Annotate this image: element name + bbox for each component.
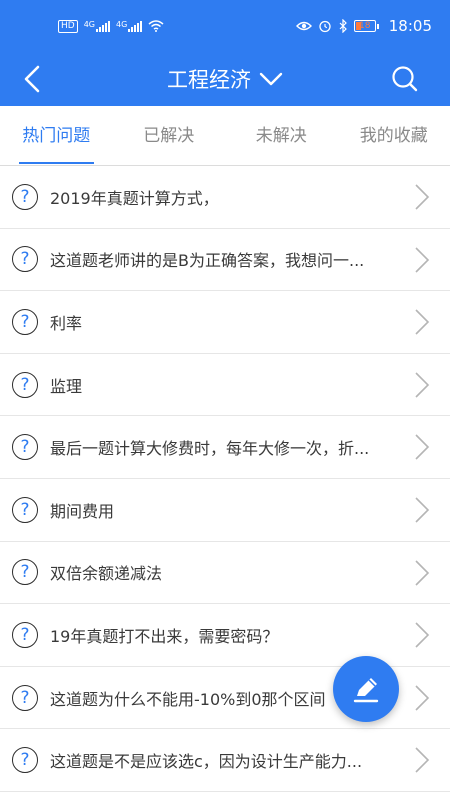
status-left: HD 4G 4G [58,19,164,33]
wifi-icon [148,20,164,32]
subject-selector[interactable]: 工程经济 [167,64,283,94]
signal-2: 4G [116,19,143,32]
chevron-right-icon [415,309,430,335]
question-mark-icon: ? [12,559,38,586]
question-mark-icon: ? [12,371,38,398]
tab-hot-questions[interactable]: 热门问题 [0,106,113,166]
chevron-right-icon [415,372,430,398]
question-title: 期间费用 [50,501,115,521]
chevron-right-icon [415,747,430,773]
chevron-right-icon [415,184,430,210]
question-title: 利率 [50,313,83,333]
tab-bar: 热门问题 已解决 未解决 我的收藏 [0,106,450,166]
question-row[interactable]: ? 监理 [0,354,450,417]
ask-question-button[interactable] [333,656,399,722]
question-title: 双倍余额递减法 [50,564,163,584]
question-row[interactable]: ? 19年真题打不出来，需要密码？ [0,604,450,667]
question-mark-icon: ? [12,183,38,210]
question-title: 2019年真题计算方式， [50,188,219,208]
signal-bars-icon [96,20,110,32]
network-type-1: 4G [83,19,95,29]
question-row[interactable]: ? 最后一题计算大修费时，每年大修一次，折... [0,416,450,479]
question-title: 19年真题打不出来，需要密码？ [50,626,279,646]
battery-level: 18 [359,21,371,31]
question-row[interactable]: ? 双倍余额递减法 [0,542,450,605]
navigation-bar: 工程经济 [0,52,450,106]
question-title: 这道题老师讲的是B为正确答案，我想问一... [50,251,365,271]
bluetooth-icon [339,19,347,33]
question-mark-icon: ? [12,684,38,711]
question-row[interactable]: ? 这道题是不是应该选c，因为设计生产能力... [0,729,450,792]
search-icon[interactable] [390,64,420,94]
question-title: 监理 [50,376,83,396]
back-arrow-icon[interactable] [20,64,48,94]
tab-solved[interactable]: 已解决 [113,106,226,166]
chevron-right-icon [415,622,430,648]
chevron-down-icon [259,72,283,86]
question-title: 最后一题计算大修费时，每年大修一次，折... [50,439,370,459]
network-type-2: 4G [116,19,128,29]
chevron-right-icon [415,247,430,273]
pencil-icon [353,678,379,703]
app-header: HD 4G 4G 18 18:05 工程经济 [0,0,450,106]
chevron-right-icon [415,497,430,523]
question-mark-icon: ? [12,434,38,461]
chevron-right-icon [415,434,430,460]
question-row[interactable]: ? 2019年真题计算方式， [0,166,450,229]
question-row[interactable]: ? 这道题老师讲的是B为正确答案，我想问一... [0,229,450,292]
question-mark-icon: ? [12,621,38,648]
question-mark-icon: ? [12,308,38,335]
clock: 18:05 [388,17,432,35]
signal-1: 4G [83,19,110,32]
question-row[interactable]: ? 利率 [0,291,450,354]
eye-icon [295,21,312,31]
page-title: 工程经济 [167,68,251,92]
question-row[interactable]: ? 期间费用 [0,479,450,542]
alarm-icon [319,20,331,33]
hd-badge: HD [58,19,78,33]
chevron-right-icon [415,559,430,586]
question-title: 这道题是不是应该选c，因为设计生产能力... [50,752,363,772]
status-right: 18 18:05 [295,17,432,35]
tab-unsolved[interactable]: 未解决 [225,106,338,166]
question-mark-icon: ? [12,747,38,774]
question-mark-icon: ? [12,496,38,523]
signal-bars-icon [128,20,143,32]
battery-icon: 18 [353,20,379,32]
status-bar: HD 4G 4G 18 18:05 [0,0,450,52]
chevron-right-icon [415,685,430,711]
tab-my-favorites[interactable]: 我的收藏 [338,106,450,166]
question-mark-icon: ? [12,246,38,273]
